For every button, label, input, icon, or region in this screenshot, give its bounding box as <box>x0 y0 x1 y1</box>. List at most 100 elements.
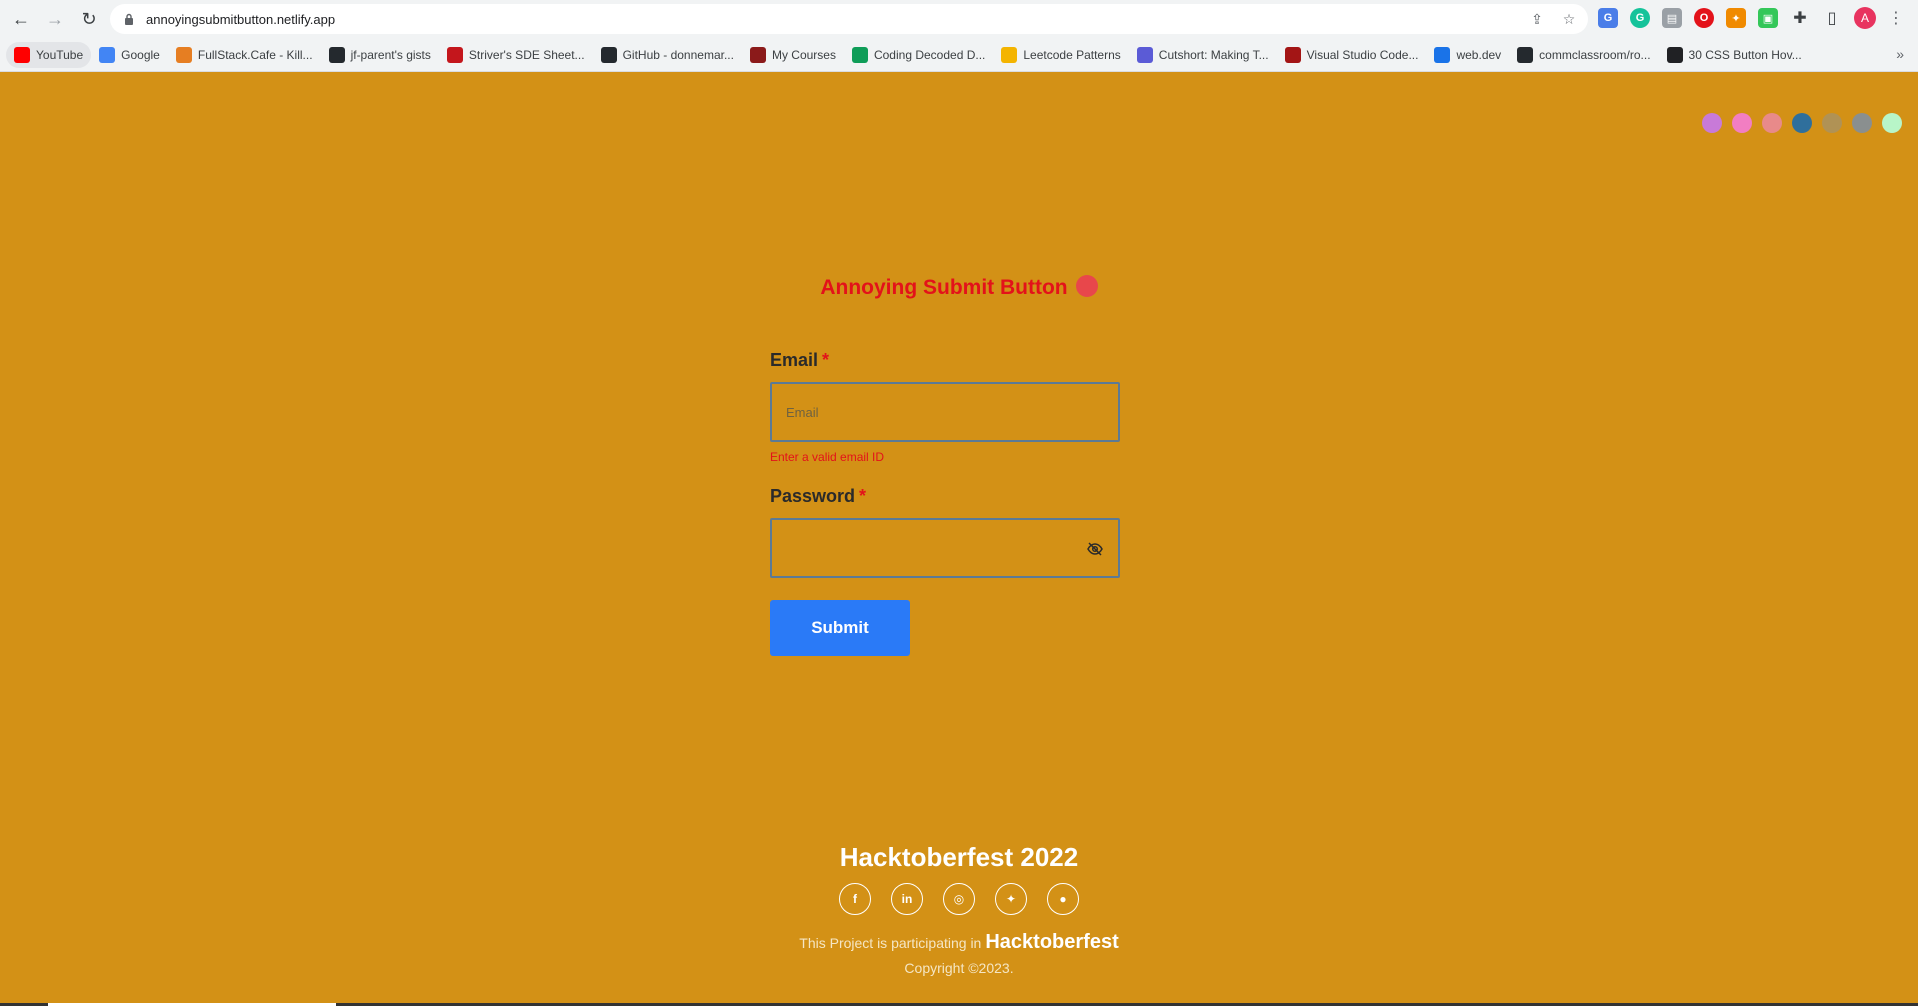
facebook-icon[interactable]: f <box>839 883 871 915</box>
bookmark-label: FullStack.Cafe - Kill... <box>197 47 313 62</box>
hacktoberfest-brand[interactable]: Hacktoberfest <box>985 931 1118 953</box>
browser-toolbar: ← → ↻ annoyingsubmitbutton.netlify.app ⇪… <box>0 0 1918 38</box>
bookmark-favicon-icon <box>600 46 617 63</box>
bookmark-item[interactable]: FullStack.Cafe - Kill... <box>168 42 321 68</box>
bookmark-label: commclassroom/ro... <box>1539 47 1651 62</box>
page-title: Annoying Submit Button <box>0 275 1918 300</box>
bookmark-item[interactable]: Striver's SDE Sheet... <box>439 42 593 68</box>
reload-icon[interactable]: ↻ <box>76 6 102 32</box>
bookmark-item[interactable]: YouTube <box>6 41 92 68</box>
bookmark-label: web.dev <box>1456 47 1502 62</box>
bookmark-item[interactable]: Leetcode Patterns <box>993 42 1128 68</box>
translate-extension-icon[interactable]: G <box>1598 8 1618 28</box>
bookmark-item[interactable]: commclassroom/ro... <box>1509 42 1658 68</box>
off-extension-icon[interactable]: ✦ <box>1726 8 1746 28</box>
participation-note: This Project is participating in Hacktobe… <box>0 931 1918 954</box>
bookmark-item[interactable]: web.dev <box>1426 42 1509 68</box>
theme-dot[interactable] <box>1792 113 1812 133</box>
email-error: Enter a valid email ID <box>770 450 885 464</box>
theme-dot[interactable] <box>1702 113 1722 133</box>
extensions-area: G G ▤ O ✦ ▣ ✚ ▯ A ⋮ <box>1598 7 1904 29</box>
bookmark-star-icon[interactable]: ☆ <box>1560 10 1578 28</box>
submit-button[interactable]: Submit <box>770 600 910 656</box>
footer-title: Hacktoberfest 2022 <box>839 842 1079 872</box>
bookmark-label: 30 CSS Button Hov... <box>1688 47 1802 62</box>
bookmark-favicon-icon <box>1136 46 1153 63</box>
theme-dot[interactable] <box>1762 113 1782 133</box>
share-icon[interactable]: ⇪ <box>1528 10 1546 28</box>
github-icon[interactable]: ● <box>1047 883 1079 915</box>
bookmark-favicon-icon <box>446 46 463 63</box>
social-links: f in ◎ ✦ ● <box>0 883 1918 915</box>
bookmark-favicon-icon <box>1284 46 1301 63</box>
required-marker: * <box>859 486 867 506</box>
menu-icon[interactable]: ⋮ <box>1888 8 1904 28</box>
forward-icon[interactable]: → <box>42 6 68 32</box>
bookmark-item[interactable]: 30 CSS Button Hov... <box>1659 42 1810 68</box>
bookmark-favicon-icon <box>328 46 345 63</box>
bookmark-item[interactable]: Coding Decoded D... <box>844 42 993 68</box>
bookmark-favicon-icon <box>175 46 192 63</box>
bookmark-item[interactable]: Google <box>91 42 168 68</box>
profile-avatar[interactable]: A <box>1854 7 1876 29</box>
password-field-box <box>770 518 1120 578</box>
side-panel-icon[interactable]: ▯ <box>1822 8 1842 28</box>
bookmark-item[interactable]: jf-parent's gists <box>321 42 439 68</box>
puzzle-icon[interactable]: ✚ <box>1790 8 1810 28</box>
bookmark-label: Cutshort: Making T... <box>1158 47 1269 62</box>
lock-extension-icon[interactable]: ▣ <box>1758 8 1778 28</box>
theme-dot[interactable] <box>1882 113 1902 133</box>
bookmark-label: Visual Studio Code... <box>1306 47 1419 62</box>
bookmark-item[interactable]: Cutshort: Making T... <box>1129 42 1277 68</box>
bookmark-label: Google <box>121 47 160 62</box>
bookmark-label: My Courses <box>771 47 836 62</box>
eye-slash-icon[interactable] <box>1086 540 1104 558</box>
bookmark-label: Leetcode Patterns <box>1023 47 1121 62</box>
login-form: Email* Enter a valid email ID Password* … <box>770 350 1120 656</box>
url-text: annoyingsubmitbutton.netlify.app <box>146 11 336 27</box>
opera-extension-icon[interactable]: O <box>1694 8 1714 28</box>
lock-icon <box>122 12 136 26</box>
title-text: Annoying Submit Button <box>820 276 1068 299</box>
more-bookmarks-icon[interactable]: » <box>1896 46 1904 62</box>
bookmark-favicon-icon <box>851 46 868 63</box>
bookmarks-bar: YouTube Google FullStack.Cafe - Kill... jf-… <box>0 38 1918 72</box>
angry-face-icon <box>1075 275 1098 298</box>
password-input[interactable] <box>786 536 1086 560</box>
bookmark-item[interactable]: My Courses <box>742 42 844 68</box>
bookmark-label: Coding Decoded D... <box>873 47 986 62</box>
extension-icon[interactable]: ▤ <box>1662 8 1682 28</box>
theme-dot[interactable] <box>1822 113 1842 133</box>
instagram-icon[interactable]: ◎ <box>943 883 975 915</box>
grammarly-extension-icon[interactable]: G <box>1630 8 1650 28</box>
bookmark-label: Striver's SDE Sheet... <box>468 47 585 62</box>
bookmark-label: YouTube <box>36 47 84 62</box>
twitter-icon[interactable]: ✦ <box>995 883 1027 915</box>
bookmark-item[interactable]: Visual Studio Code... <box>1277 42 1427 68</box>
bookmark-favicon-icon <box>1517 46 1534 63</box>
bookmark-favicon-icon <box>1666 46 1683 63</box>
footer: Hacktoberfest 2022 f in ◎ ✦ ● This Proje… <box>0 842 1918 976</box>
copyright: Copyright ©2023. <box>904 960 1014 976</box>
bookmark-label: jf-parent's gists <box>350 47 431 62</box>
address-bar[interactable]: annoyingsubmitbutton.netlify.app ⇪ ☆ <box>110 4 1588 34</box>
password-label-text: Password <box>770 486 856 506</box>
theme-picker <box>1702 113 1902 133</box>
theme-dot[interactable] <box>1852 113 1872 133</box>
bookmark-favicon-icon <box>99 46 116 63</box>
bookmark-item[interactable]: GitHub - donnemar... <box>593 42 742 68</box>
bookmark-label: GitHub - donnemar... <box>622 47 734 62</box>
email-label: Email * <box>770 350 1120 374</box>
linkedin-icon[interactable]: in <box>891 883 923 915</box>
back-icon[interactable]: ← <box>8 6 34 32</box>
password-label: Password * <box>770 486 1120 510</box>
bookmark-favicon-icon <box>749 46 766 63</box>
participation-text: This Project is participating in <box>799 935 982 951</box>
bookmark-favicon-icon <box>1001 46 1018 63</box>
bookmark-favicon-icon <box>14 46 30 63</box>
email-input[interactable] <box>786 400 1086 424</box>
bookmark-favicon-icon <box>1434 46 1451 63</box>
required-marker: * <box>822 350 830 370</box>
email-field-box <box>770 382 1120 442</box>
theme-dot[interactable] <box>1732 113 1752 133</box>
